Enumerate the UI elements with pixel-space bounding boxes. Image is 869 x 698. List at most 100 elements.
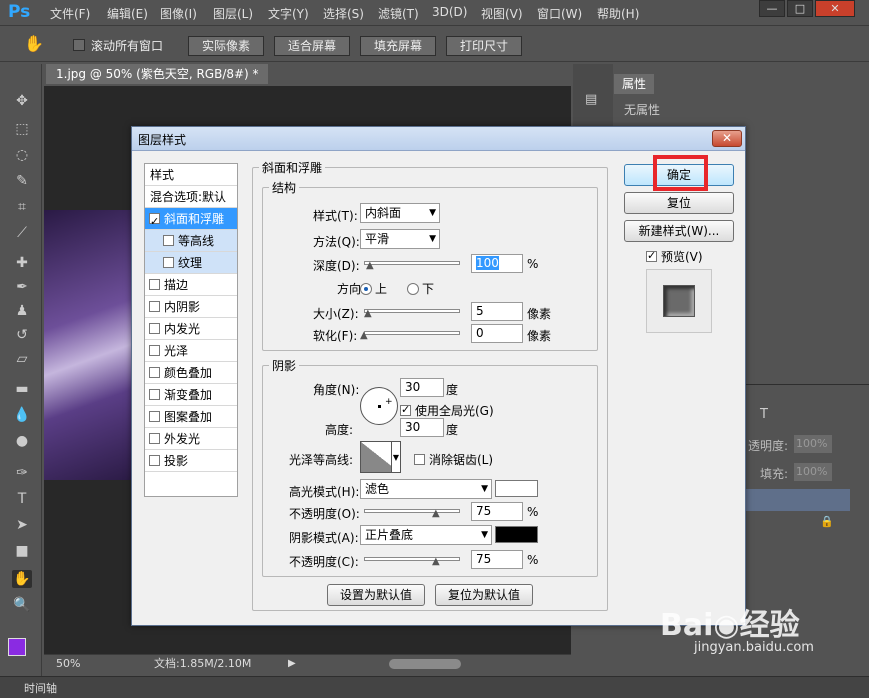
texture-checkbox[interactable] [163,257,174,268]
menu-layer[interactable]: 图层(L) [213,5,253,22]
fill-field[interactable]: 100% [794,463,832,481]
size-slider-thumb[interactable]: ▲ [364,309,374,319]
quick-select-icon[interactable]: ✎ [12,172,32,190]
highlight-opacity-thumb[interactable]: ▲ [432,509,442,519]
reset-button[interactable]: 复位 [624,192,734,214]
inner-shadow-checkbox[interactable] [149,301,160,312]
path-select-icon[interactable]: ➤ [12,516,32,534]
document-tab[interactable]: 1.jpg @ 50% (紫色天空, RGB/8#) * × [46,64,268,101]
stamp-tool-icon[interactable]: ♟ [12,302,32,320]
depth-input[interactable]: 100 [471,254,523,273]
menu-help[interactable]: 帮助(H) [597,5,639,22]
menu-edit[interactable]: 编辑(E) [107,5,148,22]
dodge-tool-icon[interactable]: ● [12,432,32,450]
crop-tool-icon[interactable]: ⌗ [12,198,32,216]
shadow-mode-select[interactable]: 正片叠底 ▼ [360,525,492,545]
size-slider[interactable] [364,309,460,313]
outer-glow-checkbox[interactable] [149,433,160,444]
bevel-checkbox[interactable] [149,211,160,233]
dialog-close-button[interactable]: ✕ [712,130,742,147]
bevel-style-select[interactable]: 内斜面 ▼ [360,203,440,223]
direction-up-option[interactable]: 上 [360,280,387,297]
menu-image[interactable]: 图像(I) [160,5,197,22]
highlight-opacity-slider[interactable] [364,509,460,513]
eraser-tool-icon[interactable]: ▱ [12,350,32,368]
preview-option[interactable]: 预览(V) [646,248,703,265]
antialias-option[interactable]: 消除锯齿(L) [414,451,493,468]
gradient-tool-icon[interactable]: ▬ [12,380,32,398]
color-overlay-checkbox[interactable] [149,367,160,378]
style-item-pattern-overlay[interactable]: 图案叠加 [145,406,237,428]
close-window-button[interactable]: ✕ [815,0,855,17]
inner-glow-checkbox[interactable] [149,323,160,334]
dialog-title-bar[interactable]: 图层样式 ✕ [132,127,745,151]
contour-checkbox[interactable] [163,235,174,246]
fill-screen-button[interactable]: 填充屏幕 [360,36,436,56]
timeline-label[interactable]: 时间轴 [24,680,57,696]
pattern-overlay-checkbox[interactable] [149,411,160,422]
opacity-field[interactable]: 100% [794,435,832,453]
shadow-opacity-slider[interactable] [364,557,460,561]
antialias-checkbox[interactable] [414,454,425,465]
style-item-inner-glow[interactable]: 内发光 [145,318,237,340]
highlight-opacity-input[interactable]: 75 [471,502,523,521]
style-item-bevel[interactable]: 斜面和浮雕 [145,208,237,233]
marquee-tool-icon[interactable]: ⬚ [12,120,32,138]
status-arrow-icon[interactable]: ▶ [288,655,296,673]
gloss-contour-dropdown-icon[interactable]: ▼ [391,441,401,473]
soften-slider[interactable] [364,331,460,335]
shadow-color-swatch[interactable] [495,526,538,543]
shadow-opacity-thumb[interactable]: ▲ [432,557,442,567]
history-panel-icon[interactable]: ▤ [585,92,601,108]
blur-tool-icon[interactable]: 💧 [12,406,32,424]
angle-input[interactable]: 30 [400,378,444,397]
menu-window[interactable]: 窗口(W) [537,5,582,22]
menu-select[interactable]: 选择(S) [323,5,364,22]
hand-tool-icon[interactable]: ✋ [24,34,44,53]
style-item-outer-glow[interactable]: 外发光 [145,428,237,450]
selected-layer-row[interactable] [740,489,850,511]
style-item-contour[interactable]: 等高线 [145,230,237,252]
style-item-drop-shadow[interactable]: 投影 [145,450,237,472]
move-tool-icon[interactable]: ✥ [12,92,32,110]
depth-slider-thumb[interactable]: ▲ [366,261,376,271]
menu-view[interactable]: 视图(V) [481,5,523,22]
style-item-inner-shadow[interactable]: 内阴影 [145,296,237,318]
minimize-button[interactable]: — [759,0,785,17]
brush-tool-icon[interactable]: ✒ [12,278,32,296]
menu-filter[interactable]: 滤镜(T) [378,5,419,22]
style-item-stroke[interactable]: 描边 [145,274,237,296]
style-item-color-overlay[interactable]: 颜色叠加 [145,362,237,384]
horizontal-scrollbar[interactable] [389,659,461,669]
highlight-color-swatch[interactable] [495,480,538,497]
type-tool-icon[interactable]: T [12,490,32,508]
angle-dial[interactable]: + [360,387,398,425]
healing-brush-icon[interactable]: ✚ [12,254,32,272]
satin-checkbox[interactable] [149,345,160,356]
eyedropper-tool-icon[interactable]: ⟋ [12,224,32,242]
blend-options-item[interactable]: 混合选项:默认 [145,186,237,208]
style-item-satin[interactable]: 光泽 [145,340,237,362]
gradient-overlay-checkbox[interactable] [149,389,160,400]
reset-default-button[interactable]: 复位为默认值 [435,584,533,606]
style-item-gradient-overlay[interactable]: 渐变叠加 [145,384,237,406]
properties-tab[interactable]: 属性 [614,74,654,94]
menu-file[interactable]: 文件(F) [50,5,90,22]
direction-down-option[interactable]: 下 [407,280,434,297]
styles-header[interactable]: 样式 [145,164,237,186]
style-item-texture[interactable]: 纹理 [145,252,237,274]
history-brush-icon[interactable]: ↺ [12,326,32,344]
make-default-button[interactable]: 设置为默认值 [327,584,425,606]
foreground-color-swatch[interactable] [8,638,26,656]
shape-tool-icon[interactable]: ■ [12,542,32,560]
direction-up-radio[interactable] [360,283,372,295]
menu-type[interactable]: 文字(Y) [268,5,309,22]
direction-down-radio[interactable] [407,283,419,295]
technique-select[interactable]: 平滑 ▼ [360,229,440,249]
drop-shadow-checkbox[interactable] [149,455,160,466]
pen-tool-icon[interactable]: ✑ [12,464,32,482]
zoom-tool-icon[interactable]: 🔍 [12,596,32,614]
stroke-checkbox[interactable] [149,279,160,290]
size-input[interactable]: 5 [471,302,523,321]
highlight-mode-select[interactable]: 滤色 ▼ [360,479,492,499]
